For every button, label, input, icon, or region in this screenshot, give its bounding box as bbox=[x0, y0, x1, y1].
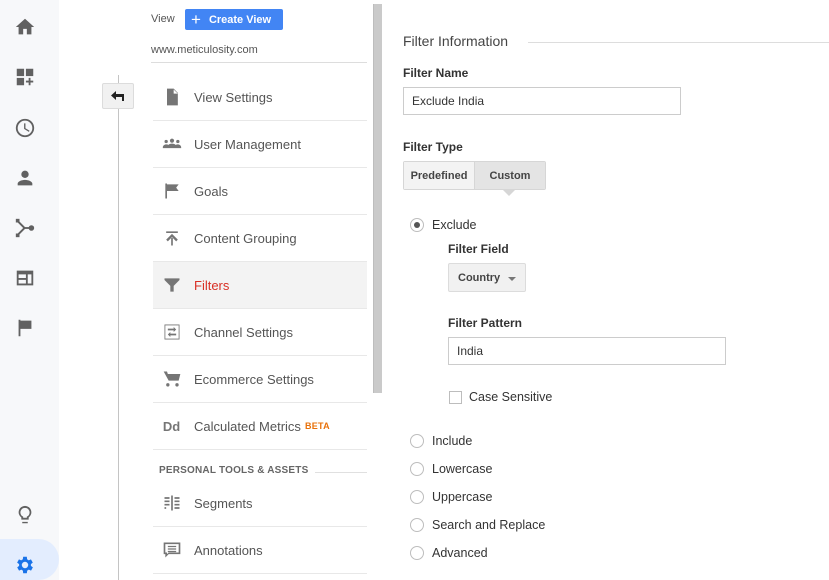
audience-person-icon[interactable] bbox=[13, 166, 37, 190]
view-settings-nav: View Settings User Management Goals Cont… bbox=[153, 74, 367, 450]
view-selector-underline bbox=[151, 62, 367, 63]
document-icon bbox=[153, 87, 194, 107]
nav-scrollbar[interactable] bbox=[373, 4, 382, 393]
dd-icon-text: Dd bbox=[162, 418, 181, 434]
nav-item-content-grouping[interactable]: Content Grouping bbox=[153, 215, 367, 262]
flag-icon bbox=[153, 181, 194, 201]
radio-uppercase[interactable] bbox=[410, 490, 424, 504]
acquisition-icon[interactable] bbox=[13, 216, 37, 240]
filter-type-predefined-button[interactable]: Predefined bbox=[404, 162, 475, 189]
plus-icon: + bbox=[191, 10, 201, 29]
nav-item-annotations[interactable]: Annotations bbox=[153, 527, 367, 574]
home-icon[interactable] bbox=[13, 15, 37, 39]
conversions-flag-icon[interactable] bbox=[13, 316, 37, 340]
nav-item-label: Goals bbox=[194, 183, 228, 199]
nav-item-view-settings[interactable]: View Settings bbox=[153, 74, 367, 121]
filter-pattern-value: India bbox=[457, 344, 484, 358]
radio-include[interactable] bbox=[410, 434, 424, 448]
section-divider bbox=[528, 42, 829, 43]
nav-item-label: Ecommerce Settings bbox=[194, 371, 314, 387]
filter-field-label: Filter Field bbox=[448, 242, 509, 256]
radio-search-and-replace[interactable] bbox=[410, 518, 424, 532]
nav-item-label: View Settings bbox=[194, 89, 273, 105]
filter-field-select[interactable]: Country bbox=[448, 263, 526, 292]
nav-item-channel-settings[interactable]: Channel Settings bbox=[153, 309, 367, 356]
nav-item-label: Calculated Metrics bbox=[194, 418, 301, 434]
radio-advanced-label: Advanced bbox=[432, 546, 488, 560]
radio-uppercase-label: Uppercase bbox=[432, 490, 493, 504]
left-nav-rail bbox=[0, 0, 59, 580]
filter-type-label: Filter Type bbox=[403, 140, 463, 154]
nav-item-user-management[interactable]: User Management bbox=[153, 121, 367, 168]
behavior-icon[interactable] bbox=[13, 266, 37, 290]
nav-item-label: Segments bbox=[194, 495, 253, 511]
selected-tab-caret bbox=[503, 190, 515, 196]
realtime-clock-icon[interactable] bbox=[13, 116, 37, 140]
nav-item-label: Annotations bbox=[194, 542, 263, 558]
dd-icon: Dd bbox=[153, 419, 194, 434]
filter-name-input[interactable]: Exclude India bbox=[403, 87, 681, 115]
filter-type-toggle: Predefined Custom bbox=[403, 161, 546, 190]
view-selector[interactable]: www.meticulosity.com bbox=[151, 44, 258, 56]
filter-type-custom-button[interactable]: Custom bbox=[475, 162, 545, 189]
customization-icon[interactable] bbox=[13, 65, 37, 89]
back-arrow-icon bbox=[111, 91, 124, 101]
nav-item-segments[interactable]: Segments bbox=[153, 480, 367, 527]
nav-item-label: Filters bbox=[194, 277, 230, 293]
view-label: View bbox=[151, 13, 175, 25]
section-divider bbox=[315, 472, 367, 473]
nav-item-label: User Management bbox=[194, 136, 301, 152]
radio-include-label: Include bbox=[432, 434, 473, 448]
filter-information-title: Filter Information bbox=[403, 33, 509, 49]
nav-item-calculated-metrics[interactable]: Dd Calculated Metrics BETA bbox=[153, 403, 367, 450]
case-sensitive-checkbox[interactable] bbox=[449, 391, 462, 404]
create-view-label: Create View bbox=[208, 13, 272, 26]
nav-item-filters[interactable]: Filters bbox=[153, 262, 367, 309]
radio-lowercase-label: Lowercase bbox=[432, 462, 493, 476]
filter-icon bbox=[153, 275, 194, 295]
admin-nav-item[interactable] bbox=[0, 539, 59, 580]
discover-lightbulb-icon[interactable] bbox=[13, 503, 37, 527]
create-view-button[interactable]: + Create View bbox=[185, 9, 283, 30]
radio-exclude[interactable] bbox=[410, 218, 424, 232]
users-icon bbox=[153, 134, 194, 154]
filter-pattern-input[interactable]: India bbox=[448, 337, 726, 365]
segments-icon bbox=[153, 493, 194, 513]
personal-tools-nav: Segments Annotations bbox=[153, 480, 367, 574]
column-divider bbox=[118, 75, 119, 580]
radio-search-and-replace-label: Search and Replace bbox=[432, 518, 546, 532]
admin-gear-icon[interactable] bbox=[13, 553, 37, 577]
radio-exclude-label: Exclude bbox=[432, 218, 477, 232]
annotations-icon bbox=[153, 540, 194, 560]
beta-badge: BETA bbox=[304, 421, 330, 431]
case-sensitive-label: Case Sensitive bbox=[469, 390, 553, 404]
radio-advanced[interactable] bbox=[410, 546, 424, 560]
cart-icon bbox=[153, 369, 194, 389]
filter-field-value: Country bbox=[458, 271, 501, 284]
section-header-personal-tools: PERSONAL TOOLS & ASSETS bbox=[159, 465, 309, 476]
filter-name-value: Exclude India bbox=[412, 94, 485, 108]
nav-item-ecommerce-settings[interactable]: Ecommerce Settings bbox=[153, 356, 367, 403]
filter-name-label: Filter Name bbox=[403, 66, 469, 80]
radio-lowercase[interactable] bbox=[410, 462, 424, 476]
back-button[interactable] bbox=[102, 83, 134, 109]
nav-item-label: Content Grouping bbox=[194, 230, 297, 246]
channel-settings-icon bbox=[153, 322, 194, 342]
nav-item-label: Channel Settings bbox=[194, 324, 294, 340]
nav-item-goals[interactable]: Goals bbox=[153, 168, 367, 215]
chevron-down-icon bbox=[508, 277, 516, 281]
content-grouping-icon bbox=[153, 228, 194, 248]
filter-pattern-label: Filter Pattern bbox=[448, 316, 523, 330]
